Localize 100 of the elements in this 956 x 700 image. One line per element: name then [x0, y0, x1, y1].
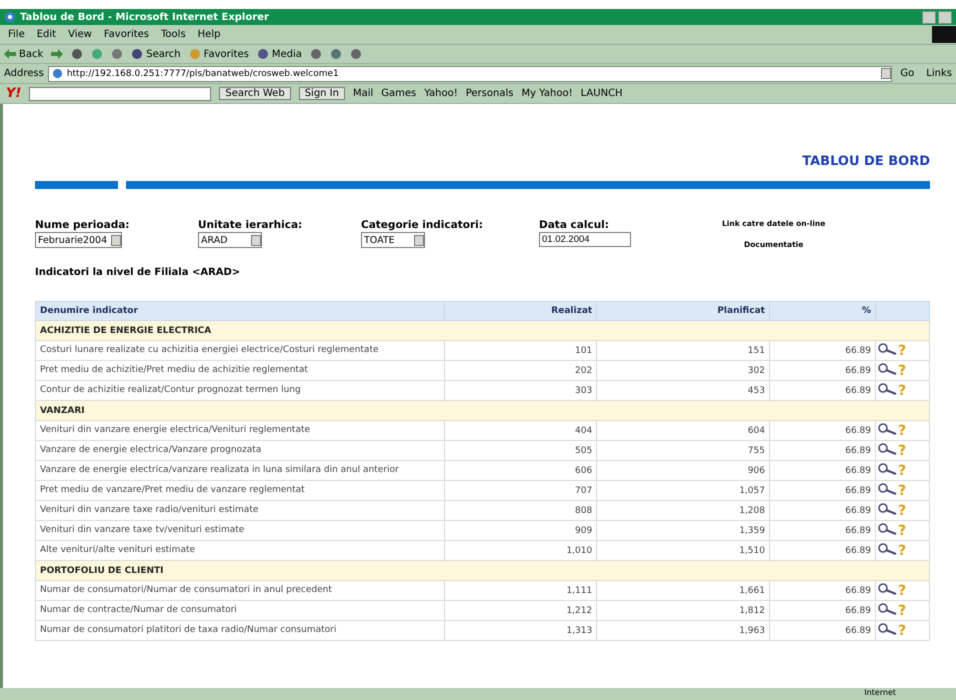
table-cell: Numar de contracte/Numar de consumatori: [36, 600, 444, 620]
arrow-icon: [4, 49, 16, 59]
group-header: VANZARI: [36, 400, 930, 420]
table-cell: 1,812: [596, 600, 770, 620]
magnifier-icon[interactable]: [878, 362, 898, 374]
dropdown-icon[interactable]: [881, 68, 892, 79]
address-field[interactable]: http://192.168.0.251:7777/pls/banatweb/crosweb.welcome1: [48, 66, 892, 82]
toolbar-button[interactable]: Back: [4, 48, 44, 60]
dropdown[interactable]: TOATE: [361, 232, 425, 248]
menu-item[interactable]: Help: [198, 29, 220, 40]
column-header: Denumire indicator: [36, 302, 444, 320]
table-cell: 66.89: [769, 480, 876, 500]
table-cell: 1,057: [596, 480, 770, 500]
table-cell: 66.89: [769, 420, 876, 440]
toolbar-icon: [350, 48, 362, 60]
go-button[interactable]: Go: [896, 68, 918, 79]
column-header: %: [769, 302, 876, 320]
table-cell: 151: [596, 340, 770, 360]
dropdown-icon: [251, 234, 261, 246]
toolbar-link[interactable]: Yahoo!: [424, 88, 458, 99]
table-cell: 1,313: [444, 620, 597, 640]
dropdown[interactable]: Februarie2004: [35, 232, 122, 248]
magnifier-icon[interactable]: [878, 582, 898, 594]
table-cell: Numar de consumatori platitori de taxa radio/Numar consumatori: [36, 620, 444, 640]
magnifier-icon[interactable]: [878, 522, 898, 534]
toolbar-icon: [111, 48, 124, 60]
section-title: Indicatori la nivel de Filiala <ARAD>: [35, 267, 242, 278]
filter-label: Data calcul:: [539, 219, 609, 231]
links-button[interactable]: Links: [922, 68, 956, 79]
toolbar-icon: [330, 48, 342, 60]
filter-label: Unitate ierarhica:: [198, 219, 302, 231]
toolbar-button[interactable]: [51, 49, 64, 59]
magnifier-icon[interactable]: [878, 442, 898, 454]
date-field[interactable]: 01.02.2004: [539, 232, 631, 247]
search-web-button[interactable]: Search Web: [219, 87, 291, 100]
magnifier-icon[interactable]: [878, 342, 898, 354]
toolbar-link[interactable]: Personals: [466, 88, 514, 99]
table-cell: 66.89: [769, 520, 876, 540]
table-cell: Pret mediu de achizitie/Pret mediu de achizitie reglementat: [36, 360, 444, 380]
magnifier-icon[interactable]: [878, 502, 898, 514]
table-cell: Numar de consumatori/Numar de consumatori in anul precedent: [36, 580, 444, 600]
toolbar-icon: [131, 48, 144, 60]
page-heading: TABLOU DE BORD: [801, 154, 930, 169]
table-cell: 755: [596, 440, 770, 460]
toolbar-button[interactable]: [111, 48, 124, 60]
toolbar-icon: [71, 48, 84, 60]
toolbar-button[interactable]: Search: [131, 48, 181, 60]
search-field[interactable]: [29, 86, 212, 100]
toolbar-link[interactable]: Games: [381, 88, 416, 99]
table-cell: 1,212: [444, 600, 597, 620]
table-cell: 1,963: [596, 620, 770, 640]
table-cell: 1,208: [596, 500, 770, 520]
table-cell: 1,359: [596, 520, 770, 540]
toolbar-icon: [256, 48, 269, 60]
dropdown-icon: [414, 234, 424, 246]
magnifier-icon[interactable]: [878, 422, 898, 434]
magnifier-icon[interactable]: [878, 482, 898, 494]
table-cell: 909: [444, 520, 597, 540]
magnifier-icon[interactable]: [878, 382, 898, 394]
table-cell: 66.89: [769, 620, 876, 640]
toolbar-button[interactable]: [350, 48, 362, 60]
table-cell: Vanzare de energie electrica/vanzare realizata in luna similara din anul anterior: [36, 460, 444, 480]
address-label: Address: [4, 68, 44, 79]
menu-item[interactable]: View: [68, 29, 92, 40]
minimize-button[interactable]: [922, 10, 936, 24]
table-cell: 66.89: [769, 500, 876, 520]
table-cell: 1,111: [444, 580, 597, 600]
toolbar-button[interactable]: Favorites: [188, 48, 249, 60]
dropdown-icon: [111, 234, 122, 246]
magnifier-icon[interactable]: [878, 462, 898, 474]
toolbar-link[interactable]: LAUNCH: [580, 88, 623, 99]
menu-item[interactable]: Tools: [161, 29, 186, 40]
browser-icon: [4, 11, 16, 23]
dropdown[interactable]: ARAD: [198, 232, 262, 248]
table-cell: 302: [596, 360, 770, 380]
toolbar-link[interactable]: My Yahoo!: [521, 88, 573, 99]
yahoo-logo[interactable]: Y!: [6, 86, 22, 101]
table-cell: 404: [444, 420, 597, 440]
toolbar-icon: [188, 48, 201, 60]
magnifier-icon[interactable]: [878, 602, 898, 614]
table-cell: 66.89: [769, 440, 876, 460]
maximize-button[interactable]: [938, 10, 952, 24]
table-cell: 808: [444, 500, 597, 520]
menu-item[interactable]: File: [8, 29, 25, 40]
table-cell: 906: [596, 460, 770, 480]
menu-item[interactable]: Edit: [36, 29, 56, 40]
table-cell: 66.89: [769, 340, 876, 360]
table-cell: Venituri din vanzare energie electrica/Venituri reglementate: [36, 420, 444, 440]
toolbar-button[interactable]: [310, 48, 322, 60]
toolbar-button[interactable]: Media: [256, 48, 302, 60]
status-zone: Internet: [864, 688, 896, 699]
window-title: Tablou de Bord - Microsoft Internet Explorer: [20, 12, 270, 22]
menu-item[interactable]: Favorites: [104, 29, 150, 40]
magnifier-icon[interactable]: [878, 622, 898, 634]
magnifier-icon[interactable]: [878, 542, 898, 554]
toolbar-button[interactable]: [330, 48, 342, 60]
sign-in-button[interactable]: Sign In: [298, 87, 345, 100]
toolbar-button[interactable]: [71, 48, 84, 60]
toolbar-link[interactable]: Mail: [352, 88, 374, 99]
group-header: PORTOFOLIU DE CLIENTI: [36, 560, 930, 580]
